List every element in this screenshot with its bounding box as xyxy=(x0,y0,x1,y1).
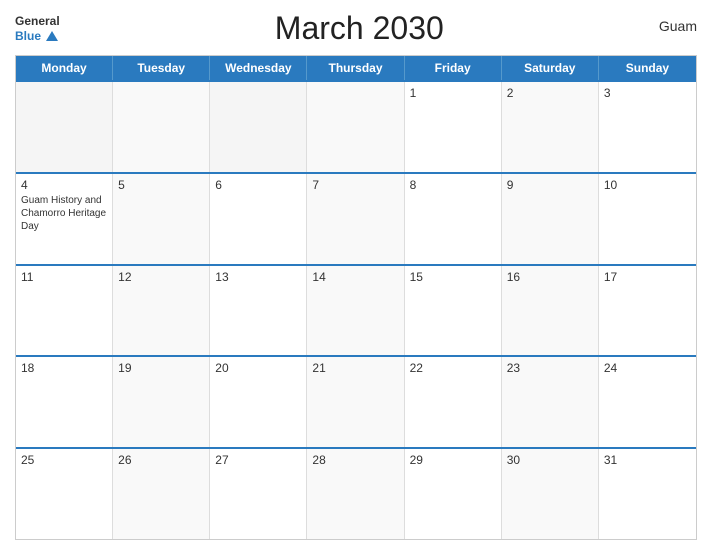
day-number: 26 xyxy=(118,453,204,467)
day-number: 20 xyxy=(215,361,301,375)
table-row: 3 xyxy=(599,82,696,172)
header-wednesday: Wednesday xyxy=(210,56,307,80)
table-row: 10 xyxy=(599,174,696,264)
day-number: 13 xyxy=(215,270,301,284)
table-row: 12 xyxy=(113,266,210,356)
day-number: 11 xyxy=(21,270,107,284)
table-row: 17 xyxy=(599,266,696,356)
table-row: 18 xyxy=(16,357,113,447)
table-row: 4 Guam History and Chamorro Heritage Day xyxy=(16,174,113,264)
table-row xyxy=(113,82,210,172)
day-number: 29 xyxy=(410,453,496,467)
table-row xyxy=(210,82,307,172)
day-number: 4 xyxy=(21,178,107,192)
day-number: 18 xyxy=(21,361,107,375)
day-number: 19 xyxy=(118,361,204,375)
calendar-page: General Blue March 2030 Guam Monday Tues… xyxy=(0,0,712,550)
table-row: 8 xyxy=(405,174,502,264)
day-number: 27 xyxy=(215,453,301,467)
header-tuesday: Tuesday xyxy=(113,56,210,80)
page-header: General Blue March 2030 Guam xyxy=(15,10,697,47)
table-row: 27 xyxy=(210,449,307,539)
day-number: 3 xyxy=(604,86,691,100)
calendar-grid: Monday Tuesday Wednesday Thursday Friday… xyxy=(15,55,697,540)
table-row: 20 xyxy=(210,357,307,447)
week-2: 4 Guam History and Chamorro Heritage Day… xyxy=(16,172,696,264)
table-row: 9 xyxy=(502,174,599,264)
table-row: 15 xyxy=(405,266,502,356)
day-number: 14 xyxy=(312,270,398,284)
day-number: 24 xyxy=(604,361,691,375)
day-number: 6 xyxy=(215,178,301,192)
table-row: 30 xyxy=(502,449,599,539)
week-5: 25 26 27 28 29 30 31 xyxy=(16,447,696,539)
day-number: 17 xyxy=(604,270,691,284)
week-4: 18 19 20 21 22 23 24 xyxy=(16,355,696,447)
table-row: 14 xyxy=(307,266,404,356)
table-row: 16 xyxy=(502,266,599,356)
table-row: 29 xyxy=(405,449,502,539)
day-number: 9 xyxy=(507,178,593,192)
day-number: 15 xyxy=(410,270,496,284)
day-number: 30 xyxy=(507,453,593,467)
event-label: Guam History and Chamorro Heritage Day xyxy=(21,194,107,233)
table-row: 21 xyxy=(307,357,404,447)
day-number: 2 xyxy=(507,86,593,100)
day-number: 22 xyxy=(410,361,496,375)
header-saturday: Saturday xyxy=(502,56,599,80)
week-1: 1 2 3 xyxy=(16,80,696,172)
day-number: 1 xyxy=(410,86,496,100)
day-number: 25 xyxy=(21,453,107,467)
table-row: 5 xyxy=(113,174,210,264)
table-row: 28 xyxy=(307,449,404,539)
day-number: 23 xyxy=(507,361,593,375)
header-friday: Friday xyxy=(405,56,502,80)
day-number: 12 xyxy=(118,270,204,284)
table-row: 19 xyxy=(113,357,210,447)
table-row: 25 xyxy=(16,449,113,539)
day-number: 21 xyxy=(312,361,398,375)
day-number: 7 xyxy=(312,178,398,192)
calendar-title: March 2030 xyxy=(60,10,659,47)
region-label: Guam xyxy=(659,10,697,34)
table-row: 11 xyxy=(16,266,113,356)
calendar-header: Monday Tuesday Wednesday Thursday Friday… xyxy=(16,56,696,80)
table-row: 23 xyxy=(502,357,599,447)
table-row: 22 xyxy=(405,357,502,447)
day-number: 5 xyxy=(118,178,204,192)
table-row xyxy=(16,82,113,172)
day-number: 10 xyxy=(604,178,691,192)
logo-blue-text: Blue xyxy=(15,29,60,43)
table-row: 1 xyxy=(405,82,502,172)
calendar-body: 1 2 3 4 Guam History and Chamorro Herita… xyxy=(16,80,696,539)
table-row xyxy=(307,82,404,172)
logo-general-text: General xyxy=(15,14,60,28)
day-number: 28 xyxy=(312,453,398,467)
header-sunday: Sunday xyxy=(599,56,696,80)
table-row: 31 xyxy=(599,449,696,539)
table-row: 7 xyxy=(307,174,404,264)
table-row: 2 xyxy=(502,82,599,172)
table-row: 24 xyxy=(599,357,696,447)
table-row: 13 xyxy=(210,266,307,356)
header-thursday: Thursday xyxy=(307,56,404,80)
header-monday: Monday xyxy=(16,56,113,80)
logo-triangle-icon xyxy=(46,31,58,41)
day-number: 16 xyxy=(507,270,593,284)
logo: General Blue xyxy=(15,14,60,43)
day-number: 31 xyxy=(604,453,691,467)
week-3: 11 12 13 14 15 16 17 xyxy=(16,264,696,356)
table-row: 6 xyxy=(210,174,307,264)
table-row: 26 xyxy=(113,449,210,539)
day-number: 8 xyxy=(410,178,496,192)
